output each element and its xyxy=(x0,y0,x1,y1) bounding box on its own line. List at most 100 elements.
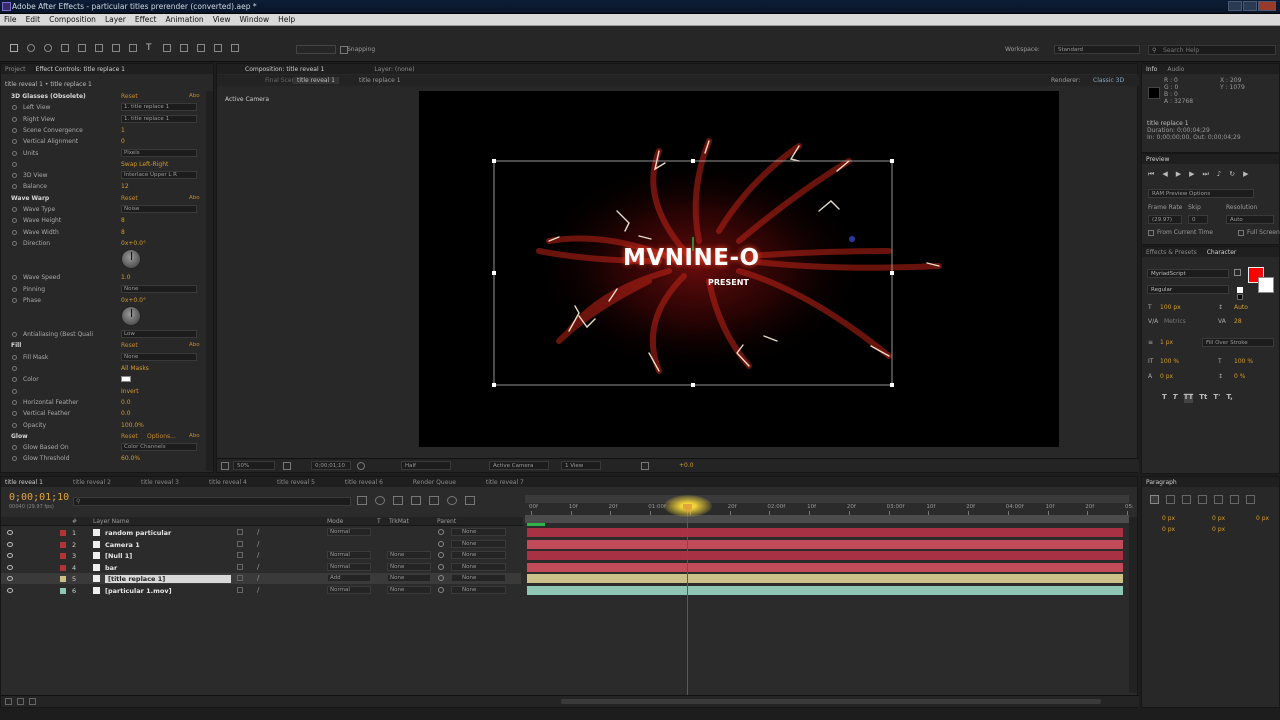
small-caps-icon[interactable]: Tt xyxy=(1199,393,1207,403)
timeline-tab[interactable]: title reveal 1 xyxy=(5,479,43,486)
renderer-value[interactable]: Classic 3D xyxy=(1093,77,1124,84)
effect-property[interactable]: All Masks xyxy=(1,363,211,374)
effect-property[interactable]: Wave Width 8 xyxy=(1,227,211,238)
effect-about-link[interactable]: Abo xyxy=(189,195,200,201)
all-caps-icon[interactable]: TT xyxy=(1183,393,1194,403)
effect-property[interactable]: Units Pixels xyxy=(1,148,211,159)
fill-color-swatch[interactable] xyxy=(121,376,131,383)
effect-property-select[interactable]: Pixels xyxy=(121,148,197,157)
play-icon[interactable]: ▶ xyxy=(1176,170,1181,179)
indent-first-value[interactable]: 0 px xyxy=(1256,515,1269,522)
stroke-type-select[interactable]: Fill Over Stroke xyxy=(1202,338,1274,347)
font-size-value[interactable]: 100 px xyxy=(1160,304,1181,311)
fast-previews-icon[interactable] xyxy=(641,462,649,470)
stopwatch-icon[interactable] xyxy=(12,139,17,145)
layer-duration-bar[interactable] xyxy=(527,528,1123,537)
stroke-width-value[interactable]: 1 px xyxy=(1160,339,1173,346)
last-frame-icon[interactable]: ⏭ xyxy=(1202,170,1208,179)
effect-about-link[interactable]: Abo xyxy=(189,93,200,99)
time-ruler[interactable]: 00f10f20f01:00f10f20f02:00f10f20f03:00f1… xyxy=(525,503,1134,515)
faux-italic-icon[interactable]: T xyxy=(1173,393,1178,403)
rectangle-tool-icon[interactable] xyxy=(112,44,120,52)
current-time-code[interactable]: 0;00;01;10 xyxy=(9,492,69,503)
hand-tool-icon[interactable] xyxy=(27,44,35,52)
full-screen-checkbox[interactable] xyxy=(1238,230,1244,236)
tracking-value[interactable]: 28 xyxy=(1234,318,1242,325)
layer-duration-bar[interactable] xyxy=(527,551,1123,560)
font-style-select[interactable]: Regular xyxy=(1147,285,1229,294)
effect-property-value[interactable]: 1.0 xyxy=(121,274,131,281)
layer-duration-bar[interactable] xyxy=(527,574,1123,583)
toggle-switches-icon[interactable] xyxy=(5,698,12,705)
angle-dial-icon[interactable] xyxy=(121,249,141,270)
layer-duration-bar[interactable] xyxy=(527,539,1123,549)
stopwatch-icon[interactable] xyxy=(12,286,17,292)
effect-property[interactable]: Vertical Alignment 0 xyxy=(1,136,211,147)
menu-window[interactable]: Window xyxy=(240,15,270,24)
tab-audio[interactable]: Audio xyxy=(1167,66,1184,73)
stopwatch-icon[interactable] xyxy=(12,297,17,303)
effect-property-value[interactable]: All Masks xyxy=(121,365,149,372)
brainstorm-icon[interactable] xyxy=(447,496,457,505)
effect-property[interactable]: Vertical Feather 0.0 xyxy=(1,408,211,419)
kerning-value[interactable]: Metrics xyxy=(1164,318,1186,325)
stroke-color-swatch[interactable] xyxy=(1258,277,1274,293)
tab-composition[interactable]: Composition: title reveal 1 xyxy=(245,66,324,73)
axis-mode-buttons[interactable] xyxy=(296,45,336,54)
stopwatch-icon[interactable] xyxy=(12,229,17,235)
effect-property-value[interactable]: Invert xyxy=(121,388,139,395)
stopwatch-icon[interactable] xyxy=(12,184,17,190)
tab-preview[interactable]: Preview xyxy=(1146,156,1169,163)
effect-property-select[interactable]: Interlace Upper L R xyxy=(121,171,197,180)
effect-property-value[interactable]: Swap Left-Right xyxy=(121,161,168,168)
nav-title-reveal[interactable]: title reveal 1 xyxy=(293,77,339,84)
grid-guides-icon[interactable] xyxy=(283,462,291,470)
zoom-select[interactable]: 50% xyxy=(233,461,275,470)
tab-layer[interactable]: Layer: (none) xyxy=(374,66,414,73)
playhead-line[interactable] xyxy=(687,505,688,695)
effect-header[interactable]: 3D Glasses (Obsolete) Reset Abo xyxy=(1,91,211,102)
search-help-field[interactable]: ⚲ Search Help xyxy=(1148,45,1276,55)
motion-blur-icon[interactable] xyxy=(429,496,439,505)
effect-about-link[interactable]: Abo xyxy=(189,433,200,439)
from-current-time-checkbox[interactable] xyxy=(1148,230,1154,236)
selection-tool-icon[interactable] xyxy=(10,44,18,52)
resolution-select[interactable]: Auto xyxy=(1226,215,1274,224)
effect-property-value[interactable]: 100.0% xyxy=(121,422,144,429)
effect-property-value[interactable]: Reset xyxy=(121,342,138,349)
justify-last-center-icon[interactable] xyxy=(1214,495,1223,504)
superscript-icon[interactable]: T' xyxy=(1213,393,1220,403)
effect-property[interactable]: Glow Threshold 60.0% xyxy=(1,453,211,464)
indent-left-value[interactable]: 0 px xyxy=(1162,515,1175,522)
stopwatch-icon[interactable] xyxy=(12,275,17,281)
previous-frame-icon[interactable]: ◀ xyxy=(1162,170,1167,179)
justify-last-right-icon[interactable] xyxy=(1230,495,1239,504)
tab-effect-controls[interactable]: Effect Controls: title replace 1 xyxy=(36,66,125,73)
stopwatch-icon[interactable] xyxy=(12,150,17,156)
stopwatch-icon[interactable] xyxy=(12,332,17,338)
effect-property[interactable]: Horizontal Feather 0.0 xyxy=(1,397,211,408)
justify-last-left-icon[interactable] xyxy=(1198,495,1207,504)
stopwatch-icon[interactable] xyxy=(12,218,17,224)
stopwatch-icon[interactable] xyxy=(12,445,17,451)
timeline-tab[interactable]: title reveal 2 xyxy=(73,479,111,486)
stopwatch-icon[interactable] xyxy=(12,377,17,383)
ram-preview-icon[interactable]: ▶ xyxy=(1243,170,1248,179)
timeline-tab[interactable]: title reveal 7 xyxy=(486,479,524,486)
white-swatch-icon[interactable] xyxy=(1237,287,1243,293)
workspace-select[interactable]: Standard xyxy=(1054,45,1140,54)
effect-property-value[interactable]: 1 xyxy=(121,127,125,134)
effect-property-select[interactable]: Color Channels xyxy=(121,443,197,452)
draft-3d-icon[interactable] xyxy=(375,496,385,505)
exposure-value[interactable]: +0.0 xyxy=(679,462,694,469)
stopwatch-icon[interactable] xyxy=(12,366,17,371)
menu-file[interactable]: File xyxy=(4,15,17,24)
type-tool-icon[interactable]: T xyxy=(146,44,154,53)
mute-audio-icon[interactable]: ♪ xyxy=(1217,170,1221,179)
stopwatch-icon[interactable] xyxy=(12,240,17,246)
subscript-icon[interactable]: T, xyxy=(1226,393,1232,403)
effect-property[interactable]: Opacity 100.0% xyxy=(1,420,211,431)
stopwatch-icon[interactable] xyxy=(12,456,17,462)
leading-value[interactable]: Auto xyxy=(1234,304,1248,311)
effect-property[interactable] xyxy=(1,306,211,329)
